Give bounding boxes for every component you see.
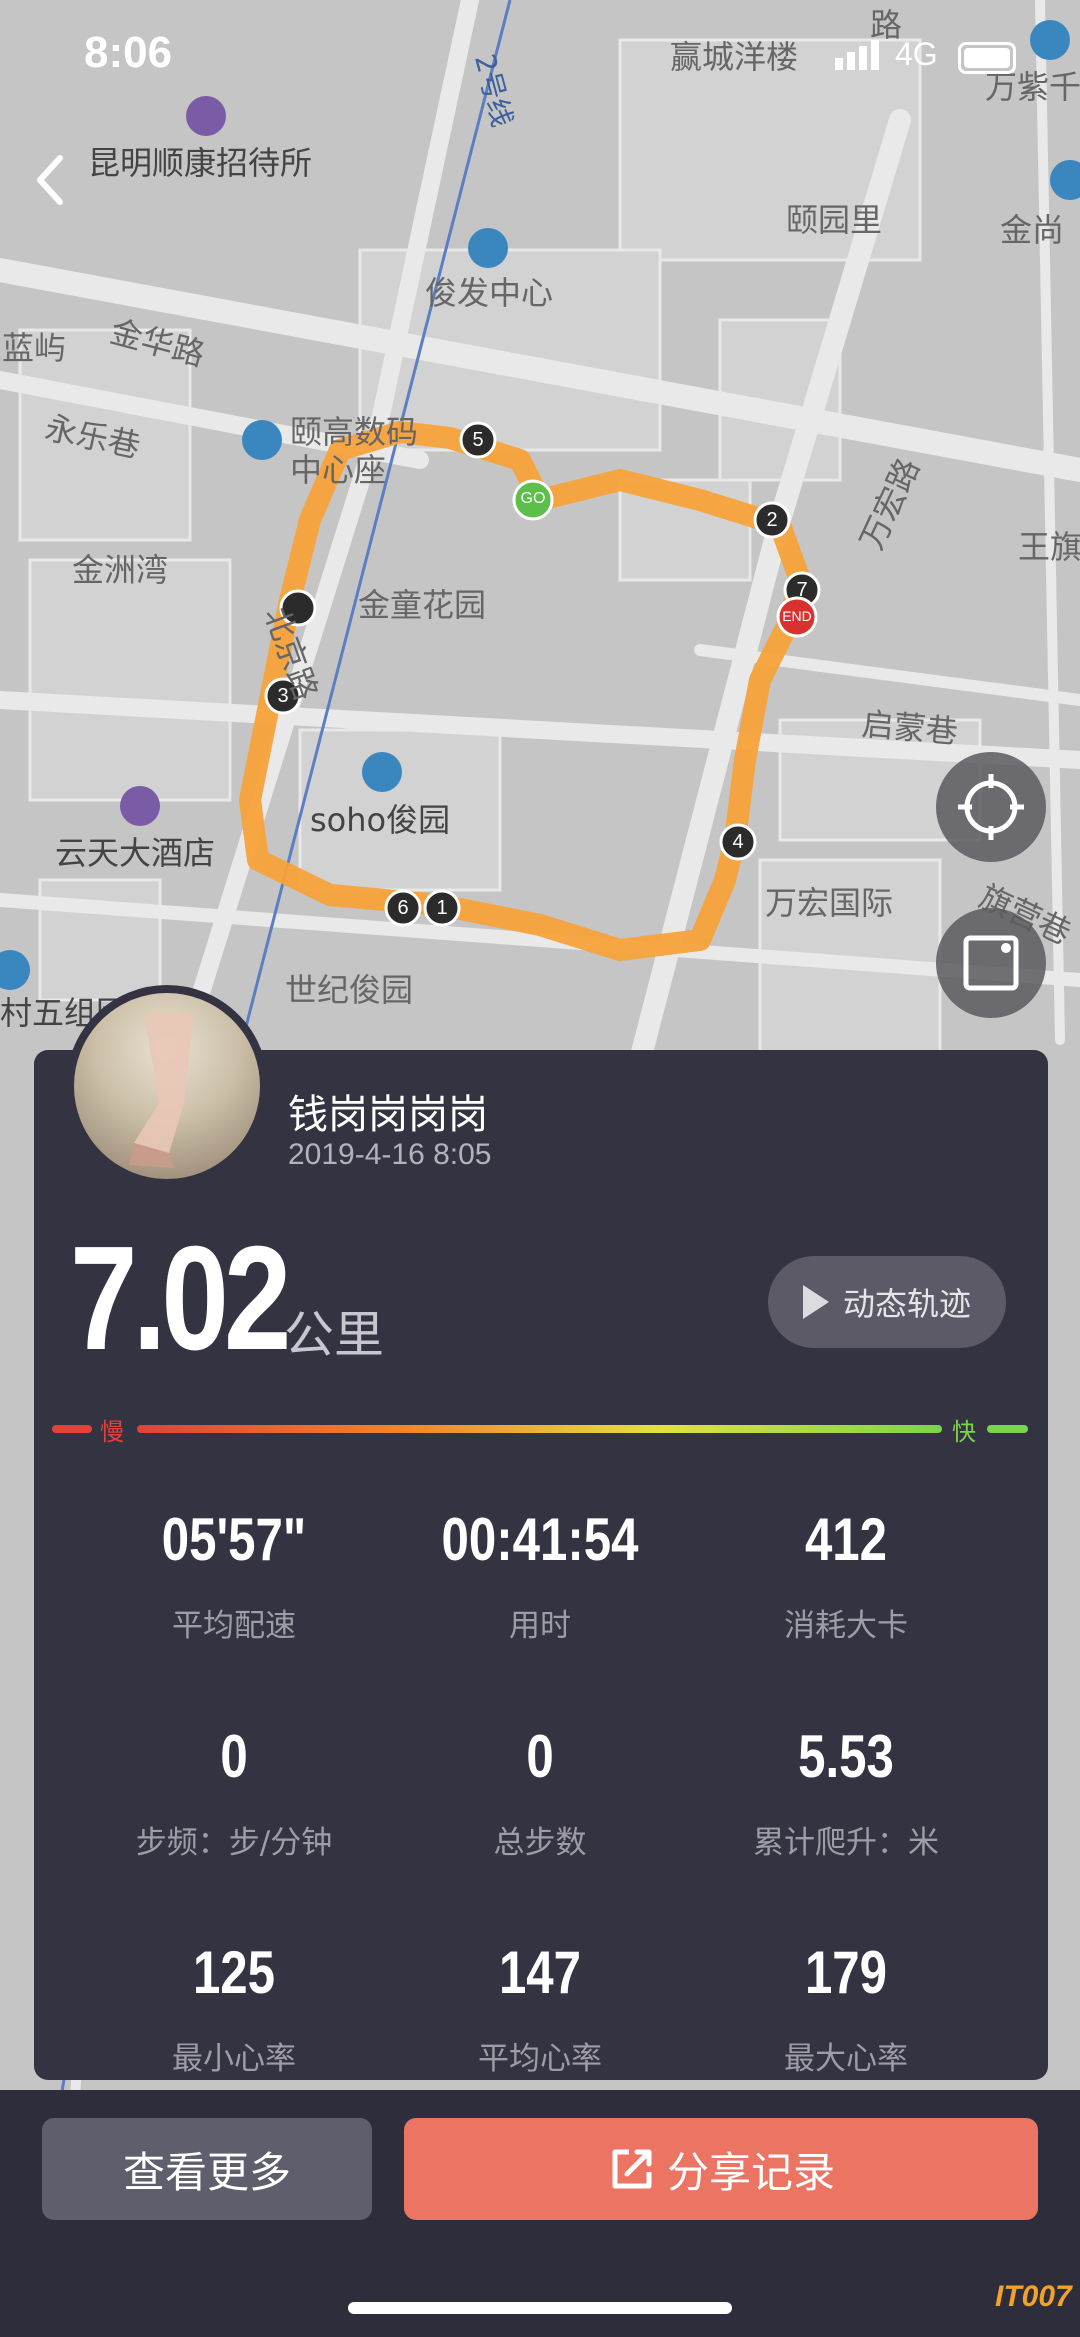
hotel-poi-icon [120, 786, 160, 826]
distance-value: 7.02 [70, 1216, 291, 1381]
map-label: 金洲湾 [72, 551, 169, 589]
signal-icon [835, 40, 879, 70]
fast-label: 快 [952, 1418, 976, 1446]
user-avatar[interactable] [66, 985, 268, 1187]
stat-value: 0 [526, 1723, 554, 1790]
stat-calories: 412 消耗大卡 [696, 1505, 996, 1645]
stat-label: 平均配速 [172, 1608, 296, 1644]
locate-button[interactable] [936, 752, 1046, 862]
stat-value: 00:41:54 [441, 1506, 639, 1573]
building-poi-icon [362, 752, 402, 792]
distance-unit: 公里 [284, 1306, 384, 1364]
share-record-label: 分享记录 [666, 2147, 835, 2197]
stat-duration: 00:41:54 用时 [390, 1505, 690, 1645]
map-label: 蓝屿 [2, 329, 67, 367]
back-chevron-icon[interactable] [30, 150, 70, 210]
map-label: 万宏国际 [765, 884, 894, 922]
map-label: 昆明顺康招待所 [88, 144, 313, 182]
run-date: 2019-4-16 8:05 [288, 1138, 492, 1171]
replay-track-label: 动态轨迹 [842, 1285, 971, 1323]
stat-label: 累计爬升：米 [753, 1825, 939, 1861]
stat-steps: 0 总步数 [390, 1722, 690, 1862]
stat-label: 消耗大卡 [784, 1608, 908, 1644]
layer-square-icon [963, 935, 1019, 991]
stat-max-heart-rate: 179 最大心率 [696, 1938, 996, 2078]
stat-value: 5.53 [798, 1723, 894, 1790]
map-label: 世纪俊园 [285, 971, 414, 1009]
status-time: 8:06 [84, 28, 173, 77]
slow-label: 慢 [100, 1418, 124, 1446]
stat-min-heart-rate: 125 最小心率 [84, 1938, 384, 2078]
stat-avg-heart-rate: 147 平均心率 [390, 1938, 690, 2078]
stat-label: 总步数 [493, 1825, 587, 1861]
battery-icon [958, 42, 1016, 74]
watermark: IT007 [995, 2280, 1072, 2313]
stat-label: 最小心率 [172, 2041, 296, 2077]
stat-value: 05'57" [161, 1506, 307, 1573]
stat-value: 412 [804, 1506, 888, 1573]
map-label: 金童花园 [358, 586, 487, 624]
stat-cadence: 0 步频：步/分钟 [84, 1722, 384, 1862]
stat-value: 147 [498, 1939, 582, 2006]
network-type: 4G [895, 36, 938, 72]
username: 钱岗岗岗岗 [288, 1092, 488, 1138]
share-icon [612, 2149, 652, 2189]
map-label: 王旗 [1018, 528, 1080, 566]
building-poi-icon [468, 228, 508, 268]
view-more-button[interactable]: 查看更多 [42, 2118, 372, 2220]
map-label: 颐园里 [786, 201, 883, 239]
map-layer-button[interactable] [936, 908, 1046, 1018]
map-label: 俊发中心 [425, 274, 554, 312]
play-icon [802, 1285, 829, 1319]
stat-label: 用时 [509, 1608, 571, 1644]
pace-gradient-bar [52, 1425, 1028, 1433]
map-label: 金尚 [1000, 211, 1065, 249]
stat-label: 步频：步/分钟 [135, 1825, 333, 1861]
stat-label: 平均心率 [478, 2041, 602, 2077]
home-indicator[interactable] [348, 2302, 732, 2314]
stat-avg-pace: 05'57" 平均配速 [84, 1505, 384, 1645]
stat-value: 125 [192, 1939, 276, 2006]
stat-value: 179 [804, 1939, 888, 2006]
map-label: soho俊园 [310, 801, 451, 839]
crosshair-icon [958, 774, 1024, 840]
stat-elevation: 5.53 累计爬升：米 [696, 1722, 996, 1862]
map-label: 中心座 [290, 451, 387, 489]
replay-track-button[interactable]: 动态轨迹 [768, 1256, 1006, 1348]
map-label: 云天大酒店 [55, 834, 216, 872]
stat-value: 0 [220, 1723, 248, 1790]
map-label: 启蒙巷 [860, 704, 960, 752]
share-record-button[interactable]: 分享记录 [404, 2118, 1038, 2220]
stat-label: 最大心率 [784, 2041, 908, 2077]
status-bar: 8:06 4G [0, 0, 1080, 120]
building-poi-icon [242, 420, 282, 460]
view-more-label: 查看更多 [122, 2147, 291, 2197]
